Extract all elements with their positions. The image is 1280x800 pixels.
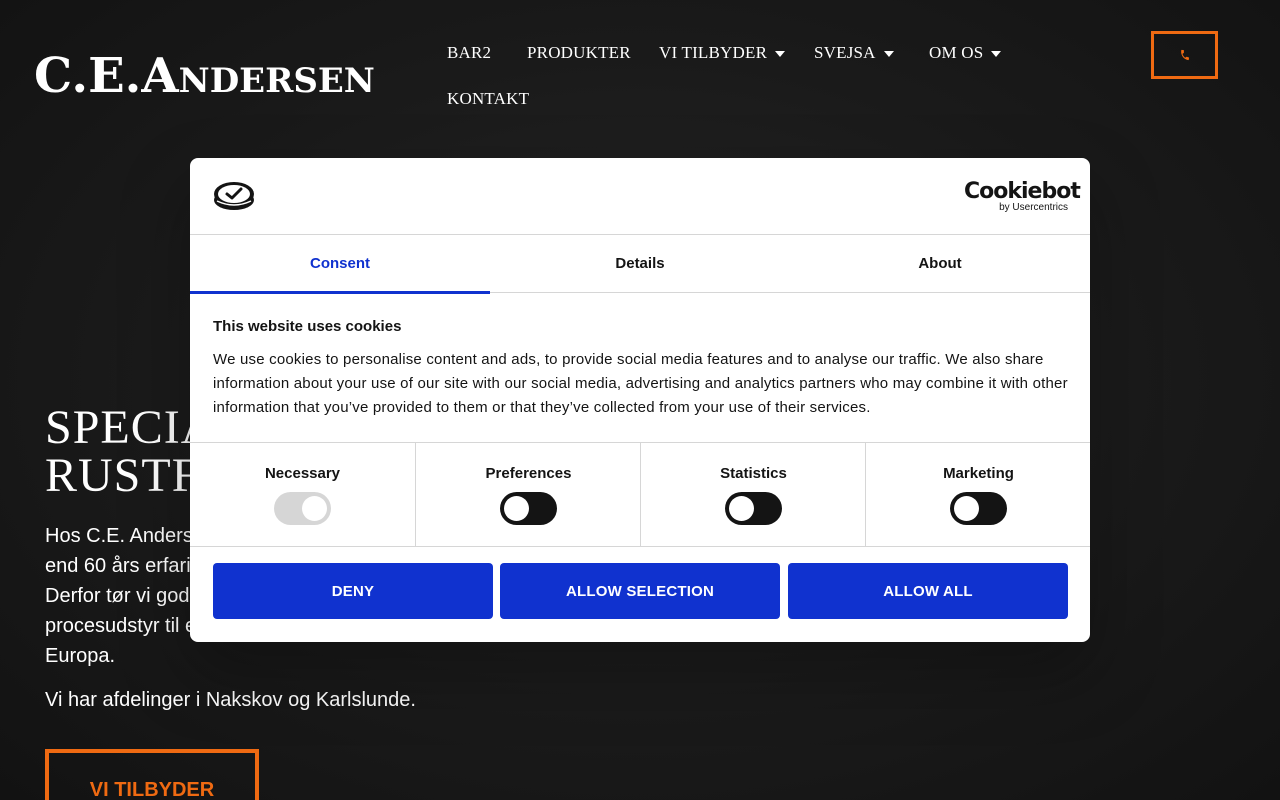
- toggle-label: Statistics: [720, 465, 787, 482]
- deny-button[interactable]: DENY: [213, 563, 493, 619]
- nav-item-label: OM OS: [929, 43, 984, 62]
- chevron-down-icon: [883, 51, 894, 58]
- nav-item-om-os[interactable]: OM OS: [929, 40, 1002, 66]
- phone-icon: [1180, 49, 1189, 61]
- nav-item-produkter[interactable]: PRODUKTER: [527, 40, 631, 66]
- tab-label: Details: [615, 255, 665, 272]
- switch-knob: [729, 496, 754, 521]
- toggle-label: Preferences: [485, 465, 572, 482]
- marketing-switch[interactable]: [950, 492, 1007, 525]
- toggle-statistics: Statistics: [640, 443, 865, 547]
- statistics-switch[interactable]: [725, 492, 782, 525]
- toggle-label: Marketing: [943, 465, 1014, 482]
- cookie-consent-logo-icon: [214, 182, 254, 210]
- tab-label: Consent: [310, 255, 370, 272]
- nav-item-kontakt[interactable]: KONTAKT: [447, 86, 529, 112]
- tab-consent[interactable]: Consent: [190, 236, 490, 294]
- hero-locations-text: Vi har afdelinger i Nakskov og Karlslund…: [45, 689, 416, 711]
- cookie-category-toggles: Necessary Preferences Statistics Marketi…: [190, 442, 1090, 547]
- phone-button[interactable]: [1151, 31, 1218, 79]
- active-tab-indicator: [190, 291, 490, 294]
- site-header: C.E.Andersen BAR2 PRODUKTER VI TILBYDER …: [0, 0, 1280, 130]
- nav-item-label: PRODUKTER: [527, 43, 631, 62]
- nav-item-vi-tilbyder[interactable]: VI TILBYDER: [659, 40, 786, 66]
- allow-selection-button[interactable]: ALLOW SELECTION: [500, 563, 780, 619]
- tab-details[interactable]: Details: [490, 236, 790, 293]
- dialog-description: We use cookies to personalise content an…: [213, 351, 1068, 416]
- chevron-down-icon: [775, 51, 786, 58]
- allow-all-button[interactable]: ALLOW ALL: [788, 563, 1068, 619]
- nav-item-label: SVEJSA: [814, 43, 876, 62]
- dialog-body: This website uses cookies We use cookies…: [213, 316, 1069, 420]
- preferences-switch[interactable]: [500, 492, 557, 525]
- chevron-down-icon: [991, 51, 1002, 58]
- vi-tilbyder-button[interactable]: VI TILBYDER: [45, 749, 259, 800]
- toggle-necessary: Necessary: [190, 443, 415, 547]
- nav-item-bar2[interactable]: BAR2: [447, 40, 491, 66]
- dialog-tabs: Consent Details About: [190, 236, 1090, 294]
- nav-item-label: BAR2: [447, 43, 492, 62]
- hero-paragraph-line: Europa.: [45, 645, 116, 667]
- switch-knob: [954, 496, 979, 521]
- nav-item-svejsa[interactable]: SVEJSA: [814, 40, 894, 66]
- dialog-heading: This website uses cookies: [213, 318, 402, 335]
- switch-knob: [302, 496, 327, 521]
- toggle-marketing: Marketing: [865, 443, 1090, 547]
- vi-tilbyder-button-label: VI TILBYDER: [89, 779, 215, 800]
- nav-item-label: VI TILBYDER: [659, 43, 768, 62]
- nav-item-label: KONTAKT: [447, 89, 530, 108]
- cookiebot-brand-logo[interactable]: Cookiebot by Usercentrics: [964, 179, 1081, 214]
- tab-label: About: [918, 255, 962, 272]
- toggle-preferences: Preferences: [415, 443, 640, 547]
- dialog-header: Cookiebot by Usercentrics: [190, 158, 1090, 235]
- cookiebot-brand-name: Cookiebot: [964, 179, 1081, 204]
- switch-knob: [504, 496, 529, 521]
- cookie-consent-dialog: Cookiebot by Usercentrics Consent Detail…: [190, 158, 1090, 642]
- toggle-label: Necessary: [264, 465, 341, 482]
- tab-about[interactable]: About: [790, 236, 1090, 293]
- site-logo[interactable]: C.E.Andersen: [34, 44, 375, 108]
- necessary-switch: [274, 492, 331, 525]
